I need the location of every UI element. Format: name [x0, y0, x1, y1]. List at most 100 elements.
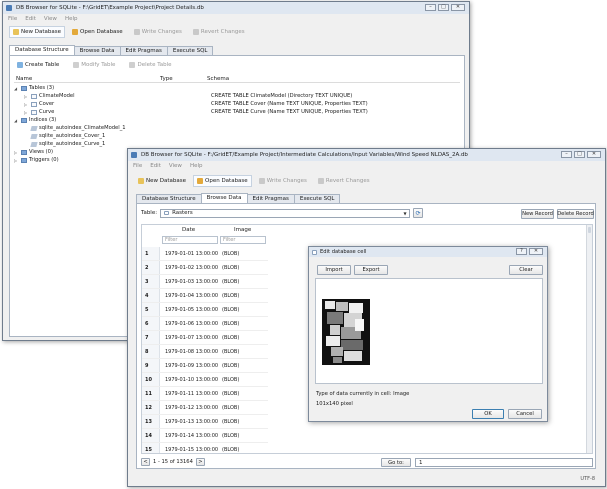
- modify-table-button[interactable]: Modify Table: [70, 61, 118, 69]
- date-cell[interactable]: 1979-01-13 13:00:00: [165, 419, 218, 425]
- image-cell[interactable]: (BLOB): [222, 419, 239, 425]
- table-row[interactable]: 7 1979-01-07 13:00:00 (BLOB): [142, 331, 268, 345]
- image-cell[interactable]: (BLOB): [222, 293, 239, 299]
- column-name-header[interactable]: Name: [16, 76, 32, 82]
- table-row[interactable]: 11 1979-01-11 13:00:00 (BLOB): [142, 387, 268, 401]
- expand-arrow-icon[interactable]: ▷: [14, 158, 19, 163]
- image-cell[interactable]: (BLOB): [222, 251, 239, 257]
- date-cell[interactable]: 1979-01-02 13:00:00: [165, 265, 218, 271]
- table-row[interactable]: 8 1979-01-08 13:00:00 (BLOB): [142, 345, 268, 359]
- image-cell[interactable]: (BLOB): [222, 335, 239, 341]
- import-button[interactable]: Import: [317, 265, 351, 275]
- open-database-button[interactable]: Open Database: [193, 175, 252, 187]
- go-to-input[interactable]: 1: [415, 458, 593, 467]
- image-cell[interactable]: (BLOB): [222, 405, 239, 411]
- table-row[interactable]: 5 1979-01-05 13:00:00 (BLOB): [142, 303, 268, 317]
- image-cell[interactable]: (BLOB): [222, 377, 239, 383]
- table-row[interactable]: 2 1979-01-02 13:00:00 (BLOB): [142, 261, 268, 275]
- menu-file[interactable]: File: [133, 163, 142, 169]
- image-cell[interactable]: (BLOB): [222, 391, 239, 397]
- tree-row[interactable]: ◢ Indices (3): [14, 117, 460, 125]
- close-button[interactable]: ✕: [587, 151, 601, 158]
- tree-row[interactable]: sqlite_autoindex_ClimateModel_1: [14, 125, 460, 133]
- date-cell[interactable]: 1979-01-10 13:00:00: [165, 377, 218, 383]
- image-cell[interactable]: (BLOB): [222, 321, 239, 327]
- revert-changes-button[interactable]: Revert Changes: [314, 175, 374, 187]
- new-database-button[interactable]: New Database: [134, 175, 190, 187]
- date-cell[interactable]: 1979-01-12 13:00:00: [165, 405, 218, 411]
- tree-row[interactable]: sqlite_autoindex_Cover_1: [14, 133, 460, 141]
- tab-browse-data[interactable]: Browse Data: [73, 46, 121, 55]
- date-cell[interactable]: 1979-01-09 13:00:00: [165, 363, 218, 369]
- ok-button[interactable]: OK: [472, 409, 504, 419]
- image-filter-input[interactable]: Filter: [220, 236, 266, 244]
- expand-arrow-icon[interactable]: ▷: [24, 110, 29, 115]
- date-column-header[interactable]: Date: [182, 227, 195, 233]
- date-cell[interactable]: 1979-01-03 13:00:00: [165, 279, 218, 285]
- maximize-button[interactable]: □: [574, 151, 585, 158]
- date-cell[interactable]: 1979-01-06 13:00:00: [165, 321, 218, 327]
- date-filter-input[interactable]: Filter: [162, 236, 218, 244]
- menu-file[interactable]: File: [8, 16, 17, 22]
- date-cell[interactable]: 1979-01-15 13:00:00: [165, 447, 218, 453]
- clear-button[interactable]: Clear: [509, 265, 543, 275]
- table-row[interactable]: 9 1979-01-09 13:00:00 (BLOB): [142, 359, 268, 373]
- table-row[interactable]: 13 1979-01-13 13:00:00 (BLOB): [142, 415, 268, 429]
- tab-edit-pragmas[interactable]: Edit Pragmas: [246, 194, 295, 203]
- delete-table-button[interactable]: Delete Table: [126, 61, 174, 69]
- date-cell[interactable]: 1979-01-07 13:00:00: [165, 335, 218, 341]
- date-cell[interactable]: 1979-01-08 13:00:00: [165, 349, 218, 355]
- tree-row[interactable]: ◢ Tables (3): [14, 85, 460, 93]
- tab-database-structure[interactable]: Database Structure: [136, 194, 202, 203]
- image-cell[interactable]: (BLOB): [222, 265, 239, 271]
- new-record-button[interactable]: New Record: [521, 209, 554, 219]
- create-table-button[interactable]: Create Table: [14, 61, 62, 69]
- tab-execute-sql[interactable]: Execute SQL: [293, 194, 341, 203]
- help-button[interactable]: ?: [516, 248, 527, 255]
- dialog-close-button[interactable]: ✕: [529, 248, 543, 255]
- previous-page-button[interactable]: <: [141, 458, 150, 466]
- export-button[interactable]: Export: [354, 265, 388, 275]
- cancel-button[interactable]: Cancel: [508, 409, 542, 419]
- image-cell[interactable]: (BLOB): [222, 433, 239, 439]
- tree-row[interactable]: ▷ ClimateModel CREATE TABLE ClimateModel (…: [14, 93, 460, 101]
- menu-edit[interactable]: Edit: [150, 163, 161, 169]
- minimize-button[interactable]: –: [561, 151, 572, 158]
- expand-arrow-icon[interactable]: ▷: [14, 150, 19, 155]
- date-cell[interactable]: 1979-01-04 13:00:00: [165, 293, 218, 299]
- new-database-button[interactable]: New Database: [9, 26, 65, 38]
- collapse-arrow-icon[interactable]: ◢: [14, 118, 19, 123]
- tree-row[interactable]: ▷ Cover CREATE TABLE Cover (Name TEXT UNIQ…: [14, 101, 460, 109]
- revert-changes-button[interactable]: Revert Changes: [189, 26, 249, 38]
- column-type-header[interactable]: Type: [160, 76, 173, 82]
- write-changes-button[interactable]: Write Changes: [255, 175, 311, 187]
- table-row[interactable]: 6 1979-01-06 13:00:00 (BLOB): [142, 317, 268, 331]
- image-cell[interactable]: (BLOB): [222, 447, 239, 453]
- tab-database-structure[interactable]: Database Structure: [9, 45, 75, 55]
- image-column-header[interactable]: Image: [234, 227, 251, 233]
- menu-view[interactable]: View: [169, 163, 182, 169]
- write-changes-button[interactable]: Write Changes: [130, 26, 186, 38]
- refresh-button[interactable]: ⟳: [413, 208, 424, 218]
- image-cell[interactable]: (BLOB): [222, 363, 239, 369]
- table-row[interactable]: 10 1979-01-10 13:00:00 (BLOB): [142, 373, 268, 387]
- tree-row[interactable]: ▷ Curve CREATE TABLE Curve (Name TEXT UNIQ…: [14, 109, 460, 117]
- table-row[interactable]: 12 1979-01-12 13:00:00 (BLOB): [142, 401, 268, 415]
- date-cell[interactable]: 1979-01-01 13:00:00: [165, 251, 218, 257]
- tab-execute-sql[interactable]: Execute SQL: [166, 46, 214, 55]
- menu-view[interactable]: View: [44, 16, 57, 22]
- image-cell[interactable]: (BLOB): [222, 307, 239, 313]
- go-to-button[interactable]: Go to:: [381, 458, 411, 467]
- date-cell[interactable]: 1979-01-11 13:00:00: [165, 391, 218, 397]
- table-row[interactable]: 14 1979-01-14 13:00:00 (BLOB): [142, 429, 268, 443]
- table-row[interactable]: 3 1979-01-03 13:00:00 (BLOB): [142, 275, 268, 289]
- table-row[interactable]: 4 1979-01-04 13:00:00 (BLOB): [142, 289, 268, 303]
- delete-record-button[interactable]: Delete Record: [557, 209, 594, 219]
- table-row[interactable]: 15 1979-01-15 13:00:00 (BLOB): [142, 443, 268, 453]
- tab-edit-pragmas[interactable]: Edit Pragmas: [119, 46, 168, 55]
- column-schema-header[interactable]: Schema: [207, 76, 229, 82]
- menu-help[interactable]: Help: [65, 16, 78, 22]
- image-cell[interactable]: (BLOB): [222, 349, 239, 355]
- next-page-button[interactable]: >: [195, 458, 205, 466]
- table-select[interactable]: Rasters ▼: [160, 208, 411, 218]
